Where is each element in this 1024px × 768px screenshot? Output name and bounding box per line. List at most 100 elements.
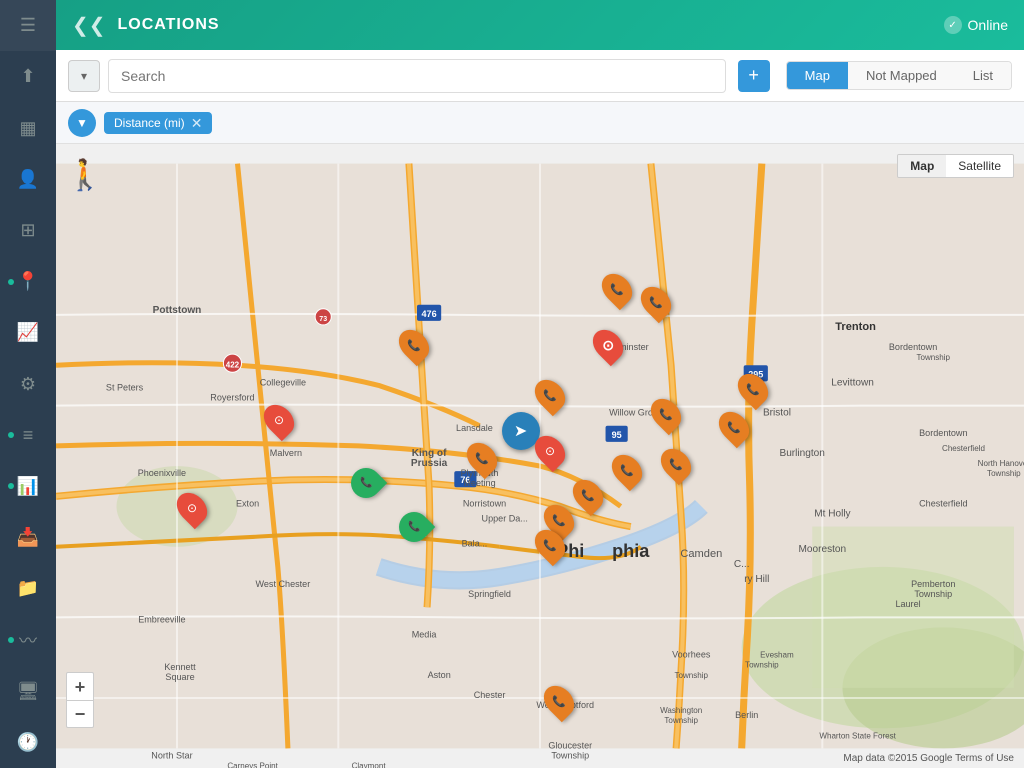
svg-text:Springfield: Springfield	[468, 589, 511, 599]
svg-text:Chesterfield: Chesterfield	[919, 498, 967, 508]
svg-text:476: 476	[422, 309, 437, 319]
map-pin-11[interactable]: 📞	[721, 410, 747, 444]
svg-text:Pottstown: Pottstown	[153, 305, 202, 316]
svg-text:Township: Township	[551, 751, 589, 761]
list-icon: ≡	[23, 425, 34, 446]
sidebar-item-upload[interactable]: ⬆	[0, 51, 56, 102]
svg-text:Township: Township	[987, 469, 1021, 478]
map-pin-12[interactable]: 📞	[740, 372, 766, 406]
svg-text:Meeting: Meeting	[463, 478, 495, 488]
filter-chip-distance[interactable]: Distance (mi) ✕	[104, 112, 212, 134]
map-pin-3[interactable]: ⊙	[595, 328, 621, 362]
filter-icon: ▼	[76, 116, 88, 130]
svg-text:Trenton: Trenton	[835, 321, 876, 333]
svg-text:Washington: Washington	[660, 706, 702, 715]
svg-text:Square: Square	[165, 672, 194, 682]
zoom-out-button[interactable]: −	[66, 700, 94, 728]
svg-text:Malvern: Malvern	[270, 448, 302, 458]
map-type-satellite-button[interactable]: Satellite	[946, 155, 1013, 177]
svg-text:C...: C...	[734, 559, 750, 570]
search-input[interactable]	[108, 59, 726, 93]
map-pin-14[interactable]: 📞	[614, 453, 640, 487]
sidebar-item-menu[interactable]: ☰	[0, 0, 56, 51]
sidebar-item-settings[interactable]: ⚙	[0, 358, 56, 409]
svg-text:St Peters: St Peters	[106, 382, 144, 392]
svg-text:Berlin: Berlin	[735, 710, 758, 720]
map-pin-1[interactable]: 📞	[401, 328, 427, 362]
close-icon[interactable]: ✕	[191, 116, 203, 130]
dashboard-icon: ▦	[19, 118, 36, 139]
svg-text:Kennett: Kennett	[164, 662, 196, 672]
tab-not-mapped[interactable]: Not Mapped	[848, 62, 955, 89]
map-pin-4[interactable]: 📞	[643, 285, 669, 319]
sidebar-item-grid[interactable]: ⊞	[0, 205, 56, 256]
filter-chip-label: Distance (mi)	[114, 116, 185, 130]
map-pin-green-1[interactable]: 📞	[351, 468, 381, 506]
map-pin-15[interactable]: ⊙	[266, 403, 292, 437]
folder-icon: 📁	[17, 578, 39, 599]
map-pin-green-2[interactable]: 📞	[399, 512, 429, 550]
svg-text:Bordentown: Bordentown	[889, 342, 937, 352]
svg-text:North Hanover: North Hanover	[978, 459, 1024, 468]
sidebar-item-chart[interactable]: 📈	[0, 307, 56, 358]
map-pin-18[interactable]: 📞	[546, 684, 572, 718]
toolbar: ▾ + Map Not Mapped List	[56, 50, 1024, 102]
active-indicator	[8, 279, 14, 285]
add-location-button[interactable]: +	[738, 60, 770, 92]
svg-text:Norristown: Norristown	[463, 498, 506, 508]
sidebar-item-inbox[interactable]: 📥	[0, 512, 56, 563]
tab-list[interactable]: List	[955, 62, 1011, 89]
svg-text:73: 73	[319, 316, 327, 323]
status-icon: ✓	[944, 16, 962, 34]
map-pin-2[interactable]: 📞	[604, 272, 630, 306]
clock-icon: 🕐	[17, 732, 39, 753]
svg-text:Embreeville: Embreeville	[138, 614, 185, 624]
map-container[interactable]: 95 76 476 295 422 73 Pottstown St Peters…	[56, 144, 1024, 768]
sidebar-item-clock[interactable]: 🕐	[0, 717, 56, 768]
map-pin-6[interactable]: ⊙	[537, 434, 563, 468]
page-title: LOCATIONS	[118, 16, 944, 34]
filter-icon-button[interactable]: ▼	[68, 109, 96, 137]
sidebar-item-list[interactable]: ≡	[0, 410, 56, 461]
tab-map[interactable]: Map	[787, 62, 848, 89]
sidebar-item-dashboard[interactable]: ▦	[0, 102, 56, 153]
svg-text:Burlington: Burlington	[779, 448, 824, 459]
sidebar-item-people[interactable]: 👤	[0, 154, 56, 205]
svg-text:phia: phia	[612, 541, 650, 561]
streetview-button[interactable]: 🚶	[66, 158, 103, 193]
svg-text:Camden: Camden	[680, 548, 722, 560]
back-button[interactable]: ❮❮	[72, 13, 106, 38]
map-pin-17[interactable]: 📞	[537, 528, 563, 562]
sidebar-item-monitor[interactable]: 🖥	[0, 666, 56, 717]
map-pin-5[interactable]: 📞	[537, 378, 563, 412]
map-pin-7[interactable]: 📞	[469, 441, 495, 475]
sidebar-item-trend[interactable]: 〰	[0, 614, 56, 665]
status-container: ✓ Online	[944, 16, 1008, 34]
grid-icon: ⊞	[20, 220, 35, 241]
svg-text:Lansdale: Lansdale	[456, 423, 493, 433]
sidebar-item-location[interactable]: 📍	[0, 256, 56, 307]
map-pin-13[interactable]: 📞	[663, 447, 689, 481]
people-icon: 👤	[17, 169, 39, 190]
map-pin-16[interactable]: ⊙	[179, 491, 205, 525]
sidebar-item-folder[interactable]: 📁	[0, 563, 56, 614]
zoom-in-button[interactable]: +	[66, 672, 94, 700]
map-pin-8[interactable]: 📞	[575, 478, 601, 512]
svg-text:Mooreston: Mooreston	[799, 544, 847, 555]
map-pin-10[interactable]: 📞	[653, 397, 679, 431]
status-label: Online	[968, 17, 1008, 33]
filter-dropdown-button[interactable]: ▾	[68, 60, 100, 92]
dot-indicator	[8, 483, 14, 489]
svg-text:West Chester: West Chester	[256, 579, 311, 589]
chevron-down-icon: ▾	[81, 69, 87, 83]
settings-icon: ⚙	[20, 374, 36, 395]
sidebar: ☰ ⬆ ▦ 👤 ⊞ 📍 📈 ⚙ ≡ 📊 📥 📁 〰 🖥 🕐	[0, 0, 56, 768]
svg-text:Wharton State Forest: Wharton State Forest	[819, 731, 896, 740]
sidebar-item-barchart[interactable]: 📊	[0, 461, 56, 512]
map-attribution: Map data ©2015 Google Terms of Use	[843, 753, 1014, 764]
svg-text:ry Hill: ry Hill	[744, 574, 769, 585]
location-icon: 📍	[17, 271, 39, 292]
map-type-map-button[interactable]: Map	[898, 155, 946, 177]
svg-text:Upper Da...: Upper Da...	[482, 514, 528, 524]
dot-indicator	[8, 432, 14, 438]
